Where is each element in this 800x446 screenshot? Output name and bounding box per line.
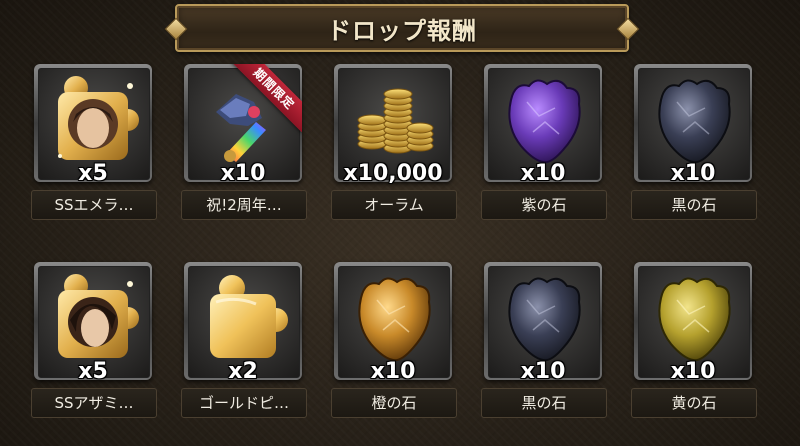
black-stone-icon [508,277,581,361]
reward-frame: x10,000 [334,64,452,186]
reward-frame: x10 [634,262,752,384]
reward-name: 橙の石 [331,388,457,418]
reward-frame: x2 [184,262,302,384]
reward-quantity: x5 [78,359,108,384]
reward-quantity: x2 [228,359,258,384]
reward-frame: x10 [334,262,452,384]
reward-name: 紫の石 [481,190,607,220]
orange-stone-icon [358,277,431,361]
reward-item-0[interactable]: x5 SSエメラ… [31,64,157,220]
drop-rewards-screen: ドロップ報酬 x5 SSエメラ… 期間限定 x10 祝!2周年… x10,000… [0,0,800,446]
reward-quantity: x10 [520,359,566,384]
reward-item-9[interactable]: x10 黄の石 [631,262,757,418]
reward-item-3[interactable]: x10 紫の石 [481,64,607,220]
black-stone-icon [658,79,731,163]
reward-quantity: x10,000 [343,161,443,186]
title-banner: ドロップ報酬 [175,4,629,52]
reward-name: SSエメラ… [31,190,157,220]
reward-quantity: x10 [370,359,416,384]
reward-name: 祝!2周年… [181,190,307,220]
reward-item-6[interactable]: x2 ゴールドピ… [181,262,307,418]
reward-item-1[interactable]: 期間限定 x10 祝!2周年… [181,64,307,220]
reward-frame: x10 [484,64,602,186]
reward-quantity: x10 [670,359,716,384]
reward-quantity: x10 [520,161,566,186]
gold-puzzle-piece-portrait-icon [58,75,139,160]
reward-item-5[interactable]: x5 SSアザミ… [31,262,157,418]
reward-name: 黒の石 [481,388,607,418]
reward-frame: x5 [34,64,152,186]
reward-name: 黄の石 [631,388,757,418]
reward-name: SSアザミ… [31,388,157,418]
gold-puzzle-piece-portrait-icon [58,273,139,358]
page-title: ドロップ報酬 [327,16,477,45]
reward-item-8[interactable]: x10 黒の石 [481,262,607,418]
reward-item-4[interactable]: x10 黒の石 [631,64,757,220]
reward-name: ゴールドピ… [181,388,307,418]
reward-frame: x10 [634,64,752,186]
yellow-stone-icon [658,277,731,361]
reward-item-2[interactable]: x10,000 オーラム [331,64,457,220]
reward-quantity: x10 [670,161,716,186]
reward-frame: x5 [34,262,152,384]
gold-coins-icon [357,88,434,154]
reward-name: 黒の石 [631,190,757,220]
purple-stone-icon [508,79,581,163]
reward-frame: x10 [484,262,602,384]
reward-quantity: x10 [220,161,266,182]
reward-name: オーラム [331,190,457,220]
reward-item-7[interactable]: x10 橙の石 [331,262,457,418]
gold-puzzle-piece-icon [210,274,288,358]
reward-frame: 期間限定 x10 [184,64,302,182]
reward-quantity: x5 [78,161,108,186]
